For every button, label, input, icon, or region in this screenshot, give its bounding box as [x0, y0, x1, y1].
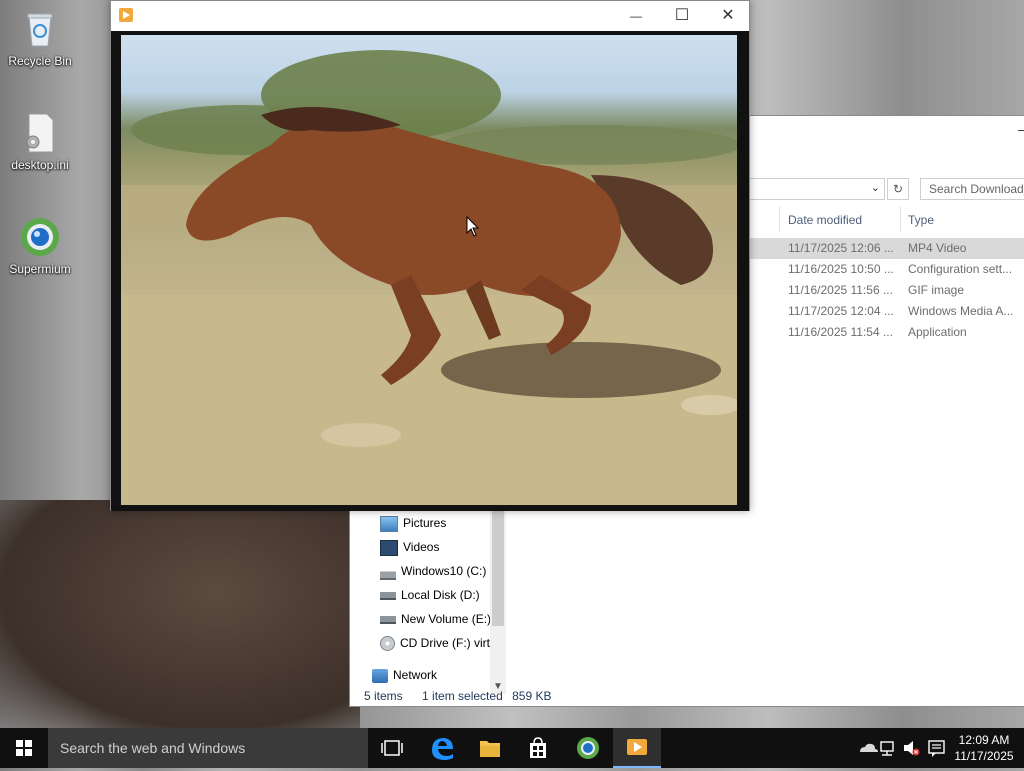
edge-browser-icon — [432, 738, 453, 760]
horse-video-still — [121, 50, 737, 505]
file-date: 11/17/2025 12:06 ... — [788, 241, 894, 255]
system-tray — [852, 728, 948, 768]
nav-item-videos[interactable]: Videos — [380, 536, 439, 558]
file-row[interactable]: 11/17/2025 12:04 ... Windows Media A... — [750, 301, 1024, 322]
pictures-folder-icon — [380, 515, 398, 532]
windows-logo-icon — [16, 740, 32, 756]
video-area[interactable] — [111, 31, 749, 511]
network-icon — [372, 668, 388, 683]
media-player-app-icon — [119, 8, 133, 22]
title-bar[interactable]: — ☐ ✕ — [111, 1, 749, 31]
nav-item-label: CD Drive (F:) virt — [400, 636, 490, 650]
desktop-icon-desktop-ini[interactable]: desktop.ini — [0, 112, 80, 172]
status-size: 859 KB — [512, 689, 552, 703]
column-header-date-modified[interactable]: Date modified — [788, 210, 862, 230]
desktop-icon-label: Supermium — [9, 262, 71, 276]
file-type: Windows Media A... — [908, 304, 1014, 318]
file-date: 11/16/2025 11:54 ... — [788, 325, 893, 339]
chevron-down-icon[interactable]: ⌄ — [871, 181, 880, 194]
maximize-button[interactable]: ☐ — [659, 1, 705, 31]
file-type: Application — [908, 325, 967, 339]
file-row[interactable]: 11/16/2025 11:56 ... GIF image — [750, 280, 1024, 301]
refresh-icon: ↻ — [892, 182, 904, 196]
mouse-cursor-icon — [466, 216, 480, 237]
file-row[interactable]: 11/16/2025 11:54 ... Application — [750, 322, 1024, 343]
supermium-browser-icon — [19, 216, 61, 258]
settings-file-icon — [19, 112, 61, 154]
desktop-icon-recycle-bin[interactable]: Recycle Bin — [0, 8, 80, 68]
file-type: Configuration sett... — [908, 262, 1013, 276]
refresh-button[interactable]: ↻ — [887, 178, 909, 200]
nav-item-local-disk-d[interactable]: Local Disk (D:) — [380, 584, 480, 606]
nav-pane-scrollbar[interactable]: ▼ — [490, 508, 506, 694]
nav-item-label: Pictures — [403, 516, 447, 530]
taskbar-media-player-button[interactable] — [613, 728, 661, 768]
network-icon[interactable] — [880, 741, 894, 756]
store-bag-icon — [530, 737, 546, 758]
volume-muted-icon[interactable] — [904, 741, 920, 756]
onedrive-icon[interactable] — [860, 743, 878, 752]
column-separator[interactable] — [900, 206, 901, 232]
drive-icon — [380, 615, 396, 624]
media-player-app-icon — [627, 739, 647, 755]
status-bar: 5 items 1 item selected 859 KB — [364, 689, 567, 703]
recycle-bin-icon — [19, 8, 61, 50]
action-center-icon[interactable] — [928, 740, 945, 757]
nav-item-cd-drive-f[interactable]: CD Drive (F:) virt — [380, 632, 490, 654]
column-header-type[interactable]: Type — [908, 210, 934, 230]
desktop-wallpaper — [0, 500, 360, 730]
supermium-browser-icon — [577, 737, 599, 759]
file-date: 11/17/2025 12:04 ... — [788, 304, 894, 318]
task-view-button[interactable] — [368, 728, 416, 768]
start-button[interactable] — [0, 728, 48, 768]
clock-date: 11/17/2025 — [954, 749, 1014, 763]
nav-item-label: Windows10 (C:) — [401, 564, 487, 578]
task-view-icon — [381, 740, 403, 756]
taskbar-supermium-button[interactable] — [564, 728, 612, 768]
clock-time: 12:09 AM — [958, 733, 1010, 747]
file-type: MP4 Video — [908, 241, 967, 255]
video-frame — [121, 35, 737, 505]
nav-item-new-volume-e[interactable]: New Volume (E:) — [380, 608, 491, 630]
desktop-icon-supermium[interactable]: Supermium — [0, 216, 80, 276]
taskbar: Search the web and Windows 12:09 AM 11/1… — [0, 728, 1024, 768]
file-date: 11/16/2025 11:56 ... — [788, 283, 893, 297]
file-row[interactable]: 11/17/2025 12:06 ... MP4 Video — [750, 238, 1024, 259]
file-row[interactable]: 11/16/2025 10:50 ... Configuration sett.… — [750, 259, 1024, 280]
drive-icon — [380, 591, 396, 600]
taskbar-clock[interactable]: 12:09 AM 11/17/2025 — [948, 732, 1020, 764]
address-bar[interactable]: ⌄ — [750, 178, 885, 200]
column-separator[interactable] — [779, 206, 780, 232]
nav-item-windows10-c[interactable]: Windows10 (C:) — [380, 560, 486, 582]
taskbar-edge-button[interactable] — [418, 728, 466, 768]
file-explorer-folder-icon — [480, 741, 500, 757]
status-selection: 1 item selected — [422, 689, 503, 703]
desktop-icon-label: desktop.ini — [11, 158, 69, 172]
nav-item-label: Videos — [403, 540, 440, 554]
windows-drive-icon — [380, 563, 396, 580]
file-type: GIF image — [908, 283, 965, 297]
nav-item-pictures[interactable]: Pictures — [380, 512, 446, 534]
nav-item-label: New Volume (E:) — [401, 612, 492, 626]
scrollbar-thumb[interactable] — [492, 508, 504, 626]
videos-folder-icon — [380, 539, 398, 556]
taskbar-store-button[interactable] — [514, 728, 562, 768]
minimize-icon[interactable] — [1018, 130, 1024, 131]
file-date: 11/16/2025 10:50 ... — [788, 262, 894, 276]
taskbar-search-box[interactable]: Search the web and Windows — [48, 728, 368, 768]
minimize-button[interactable]: — — [613, 1, 659, 31]
nav-item-label: Local Disk (D:) — [401, 588, 480, 602]
desktop-icon-label: Recycle Bin — [8, 54, 72, 68]
cd-drive-icon — [380, 636, 395, 652]
search-input[interactable]: Search Downloads — [920, 178, 1024, 200]
address-bar-row: ⌄ ↻ Search Downloads — [750, 178, 1024, 200]
taskbar-file-explorer-button[interactable] — [466, 728, 514, 768]
close-button[interactable]: ✕ — [705, 1, 751, 31]
media-player-window[interactable]: — ☐ ✕ — [110, 0, 750, 511]
nav-item-label: Network — [393, 668, 438, 682]
nav-item-network[interactable]: Network — [372, 664, 437, 686]
status-item-count: 5 items — [364, 689, 403, 703]
